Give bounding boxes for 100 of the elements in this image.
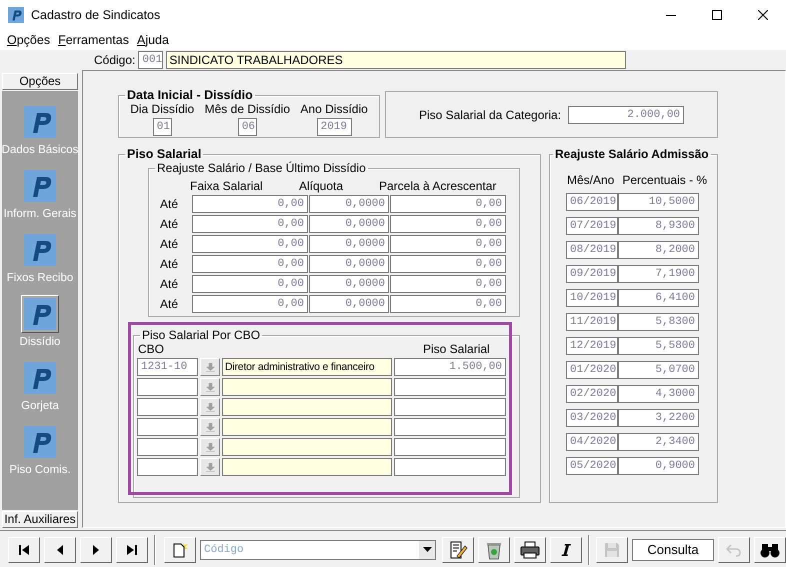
input-field[interactable]: 5,0700 [618,361,699,379]
input-field[interactable]: 11/2019 [566,313,618,331]
input-field[interactable]: 0,00 [192,275,308,293]
toolbar-button[interactable] [164,536,196,562]
input-field[interactable]: 01/2020 [566,361,618,379]
input-field[interactable]: 0,00 [192,195,308,213]
input-field[interactable] [394,458,506,476]
toolbar-button[interactable] [44,536,76,562]
input-field[interactable]: 2019 [316,118,352,136]
input-field[interactable]: 5,8300 [618,313,699,331]
sidebar-label[interactable]: Inform. Gerais [4,208,76,220]
toolbar-button[interactable] [550,536,582,562]
input-field[interactable]: 0,00 [390,275,506,293]
input-field[interactable] [137,378,198,396]
sidebar-label[interactable]: Gorjeta [21,400,59,412]
input-field[interactable]: 0,00 [390,195,506,213]
input-field[interactable]: 03/2020 [566,409,618,427]
input-field[interactable]: 2.000,00 [568,106,684,124]
description-field[interactable] [222,378,392,396]
sidebar-label[interactable]: Dissídio [20,336,60,348]
input-field[interactable]: 04/2020 [566,433,618,451]
description-field[interactable] [222,438,392,456]
sidebar-label[interactable]: Dados Básicos [2,144,78,156]
input-field[interactable]: 5,5800 [618,337,699,355]
description-field[interactable]: Diretor administrativo e financeiro [222,358,392,376]
sidebar-button[interactable] [21,295,59,333]
description-field[interactable] [222,418,392,436]
italic-icon [560,542,572,556]
input-field[interactable]: 09/2019 [566,265,618,283]
input-field[interactable]: 7,1900 [618,265,699,283]
input-field[interactable]: 0,00 [192,235,308,253]
lookup-button[interactable] [200,358,220,376]
menu-item[interactable]: Ajuda [136,33,169,47]
input-field[interactable]: 05/2020 [566,457,618,475]
description-field[interactable] [222,458,392,476]
input-field[interactable]: 0,0000 [309,195,389,213]
input-field[interactable]: 1.500,00 [394,358,506,376]
menu-item[interactable]: Opções [7,33,50,47]
input-field[interactable]: 0,9000 [618,457,699,475]
search-combobox[interactable]: Código [200,540,436,560]
down-arrow-icon [206,422,214,432]
input-field[interactable] [137,438,198,456]
input-field[interactable]: 0,0000 [309,275,389,293]
input-field[interactable] [394,398,506,416]
input-field[interactable]: 10,5000 [618,193,699,211]
input-field[interactable]: 02/2020 [566,385,618,403]
options-button[interactable]: Opções [2,73,78,90]
toolbar-button[interactable] [116,536,148,562]
aux-info-button[interactable]: Inf. Auxiliares [2,511,78,528]
input-field[interactable]: 001 [138,50,164,68]
input-field[interactable]: 3,2200 [618,409,699,427]
input-field[interactable]: 0,00 [192,215,308,233]
input-field[interactable]: 0,0000 [309,215,389,233]
lookup-button[interactable] [200,398,220,416]
input-field[interactable] [394,378,506,396]
input-field[interactable] [394,438,506,456]
input-field[interactable]: 12/2019 [566,337,618,355]
input-field[interactable]: 06/2019 [566,193,618,211]
sidebar-label[interactable]: Piso Comis. [9,464,71,476]
input-field[interactable]: 8,2000 [618,241,699,259]
lookup-button[interactable] [200,418,220,436]
input-field[interactable]: 08/2019 [566,241,618,259]
input-field[interactable]: 01 [152,118,172,136]
input-field[interactable]: 07/2019 [566,217,618,235]
toolbar-button[interactable] [514,536,546,562]
sidebar-label[interactable]: Fixos Recibo [6,272,74,284]
input-field[interactable]: 0,00 [192,255,308,273]
menu-item[interactable]: Ferramentas [58,33,129,47]
input-field[interactable] [137,458,198,476]
input-field[interactable]: 0,00 [390,235,506,253]
input-field[interactable]: 0,0000 [309,235,389,253]
input-field[interactable] [137,398,198,416]
input-field[interactable]: 0,00 [390,295,506,313]
input-field[interactable]: 0,00 [390,255,506,273]
lookup-button[interactable] [200,438,220,456]
row-label: Até [159,197,180,211]
input-field[interactable]: 0,0000 [309,255,389,273]
input-field[interactable]: 0,0000 [309,295,389,313]
input-field[interactable]: 0,00 [192,295,308,313]
input-field[interactable]: 06 [238,118,257,136]
description-field[interactable] [222,398,392,416]
input-field[interactable]: 4,3000 [618,385,699,403]
toolbar-button[interactable] [8,536,40,562]
input-field[interactable]: 8,9300 [618,217,699,235]
input-field[interactable]: 1231-10 [137,358,198,376]
input-field[interactable]: 6,4100 [618,289,699,307]
name-field[interactable]: SINDICATO TRABALHADORES [166,50,626,68]
window-title: Cadastro de Sindicatos [31,8,162,22]
toolbar-button[interactable] [80,536,112,562]
toolbar-button[interactable] [754,536,786,562]
input-field[interactable]: 2,3400 [618,433,699,451]
input-field[interactable] [394,418,506,436]
lookup-button[interactable] [200,458,220,476]
input-field[interactable]: 0,00 [390,215,506,233]
toolbar-button[interactable] [442,536,474,562]
input-field[interactable] [137,418,198,436]
lookup-button[interactable] [200,378,220,396]
column-header: Alíquota [298,179,344,193]
p-logo-icon [24,170,56,202]
input-field[interactable]: 10/2019 [566,289,618,307]
